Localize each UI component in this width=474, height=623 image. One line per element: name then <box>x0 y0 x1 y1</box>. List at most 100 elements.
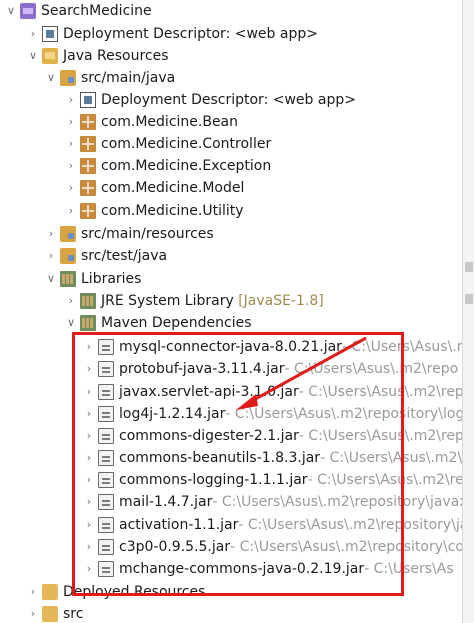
package-icon <box>80 136 96 152</box>
tree-node-package[interactable]: › com.Medicine.Utility <box>64 200 244 222</box>
jar-icon <box>98 361 114 377</box>
tree-node-libraries[interactable]: ∨ Libraries <box>44 268 141 290</box>
chevron-right-icon[interactable]: › <box>64 200 78 222</box>
source-folder-icon <box>60 248 76 264</box>
tree-node-dd-inner[interactable]: › Deployment Descriptor: <web app> <box>64 89 356 111</box>
chevron-right-icon[interactable]: › <box>64 133 78 155</box>
package-icon <box>80 158 96 174</box>
tree-node-src-main-resources[interactable]: › src/main/resources <box>44 223 214 245</box>
jar-icon <box>98 450 114 466</box>
folder-icon <box>42 584 58 600</box>
library-icon <box>80 315 96 331</box>
chevron-down-icon[interactable]: ∨ <box>26 45 40 67</box>
chevron-down-icon[interactable]: ∨ <box>64 312 78 334</box>
chevron-right-icon[interactable]: › <box>64 111 78 133</box>
java-resources-icon <box>42 48 58 64</box>
src-label: src <box>63 606 84 622</box>
jar-icon <box>98 406 114 422</box>
jar-row[interactable]: › activation-1.1.jar - C:\Users\Asus\.m2… <box>82 514 462 536</box>
package-label: com.Medicine.Model <box>101 180 245 196</box>
chevron-right-icon[interactable]: › <box>82 558 96 580</box>
chevron-down-icon[interactable]: ∨ <box>4 0 18 22</box>
chevron-right-icon[interactable]: › <box>82 447 96 469</box>
jar-row[interactable]: › commons-digester-2.1.jar - C:\Users\As… <box>82 425 462 447</box>
maven-label: Maven Dependencies <box>101 315 252 331</box>
tree-node-project[interactable]: ∨ SearchMedicine <box>4 0 152 22</box>
chevron-right-icon[interactable]: › <box>64 177 78 199</box>
package-label: com.Medicine.Utility <box>101 203 244 219</box>
chevron-right-icon[interactable]: › <box>82 425 96 447</box>
jar-path: - C:\Users\Asus\.m2\repository\co <box>230 539 462 555</box>
source-folder-icon <box>60 226 76 242</box>
tree-node-src[interactable]: › src <box>26 603 83 623</box>
chevron-right-icon[interactable]: › <box>82 536 96 558</box>
jar-path: - C:\Users\Asus\.m <box>341 339 462 355</box>
chevron-right-icon[interactable]: › <box>82 336 96 358</box>
chevron-right-icon[interactable]: › <box>82 381 96 403</box>
tree-node-maven-dependencies[interactable]: ∨ Maven Dependencies <box>64 312 252 334</box>
jar-row[interactable]: › c3p0-0.9.5.5.jar - C:\Users\Asus\.m2\r… <box>82 536 462 558</box>
jar-row[interactable]: › commons-beanutils-1.8.3.jar - C:\Users… <box>82 447 462 469</box>
jar-row[interactable]: › mail-1.4.7.jar - C:\Users\Asus\.m2\rep… <box>82 491 462 513</box>
jar-icon <box>98 428 114 444</box>
deployed-resources-label: Deployed Resources <box>63 584 206 600</box>
jar-name: commons-digester-2.1.jar <box>119 428 299 444</box>
deployment-descriptor-icon <box>80 92 96 108</box>
tree-node-package[interactable]: › com.Medicine.Exception <box>64 155 271 177</box>
chevron-right-icon[interactable]: › <box>26 581 40 603</box>
jar-row[interactable]: › mysql-connector-java-8.0.21.jar - C:\U… <box>82 336 462 358</box>
chevron-right-icon[interactable]: › <box>82 358 96 380</box>
chevron-right-icon[interactable]: › <box>44 223 58 245</box>
chevron-right-icon[interactable]: › <box>26 603 40 623</box>
jar-path: - C:\Users\Asus\.m2\repository\ja <box>238 517 462 533</box>
tree-node-deployed-resources[interactable]: › Deployed Resources <box>26 581 205 603</box>
minimize-icon[interactable] <box>465 294 473 304</box>
restore-icon[interactable] <box>465 262 473 272</box>
jar-row[interactable]: › log4j-1.2.14.jar - C:\Users\Asus\.m2\r… <box>82 403 462 425</box>
jar-name: c3p0-0.9.5.5.jar <box>119 539 231 555</box>
package-icon <box>80 180 96 196</box>
chevron-right-icon[interactable]: › <box>82 469 96 491</box>
tree-node-src-main-java[interactable]: ∨ src/main/java <box>44 67 175 89</box>
chevron-right-icon[interactable]: › <box>64 290 78 312</box>
tree-node-package[interactable]: › com.Medicine.Model <box>64 177 244 199</box>
deployment-descriptor-icon <box>42 26 58 42</box>
jar-path: - C:\Users\Asus\.m2\repository\javax <box>212 494 462 510</box>
tree-node-java-resources[interactable]: ∨ Java Resources <box>26 45 169 67</box>
chevron-right-icon[interactable]: › <box>82 403 96 425</box>
tree-node-src-test-java[interactable]: › src/test/java <box>44 245 167 267</box>
jar-path: - C:\Users\Asus\.m2\r <box>320 450 462 466</box>
jar-path: - C:\Users\Asus\.m2\repository\log <box>225 406 462 422</box>
chevron-right-icon[interactable]: › <box>64 89 78 111</box>
tree-node-jre[interactable]: › JRE System Library [JavaSE-1.8] <box>64 290 324 312</box>
tree-node-package[interactable]: › com.Medicine.Bean <box>64 111 238 133</box>
tree-node-package[interactable]: › com.Medicine.Controller <box>64 133 271 155</box>
chevron-down-icon[interactable]: ∨ <box>44 268 58 290</box>
package-icon <box>80 203 96 219</box>
jar-icon <box>98 472 114 488</box>
chevron-right-icon[interactable]: › <box>26 23 40 45</box>
jar-row[interactable]: › mchange-commons-java-0.2.19.jar - C:\U… <box>82 558 454 580</box>
jar-row[interactable]: › javax.servlet-api-3.1.0.jar - C:\Users… <box>82 381 462 403</box>
chevron-down-icon[interactable]: ∨ <box>44 67 58 89</box>
source-folder-icon <box>60 70 76 86</box>
jar-row[interactable]: › protobuf-java-3.11.4.jar - C:\Users\As… <box>82 358 458 380</box>
library-icon <box>80 293 96 309</box>
jar-icon <box>98 539 114 555</box>
deployment-descriptor-label: Deployment Descriptor: <web app> <box>63 26 318 42</box>
jar-path: - C:\Users\Asus\.m2\repo <box>284 361 459 377</box>
tree-node-deployment-descriptor[interactable]: › Deployment Descriptor: <web app> <box>26 23 318 45</box>
src-test-java-label: src/test/java <box>81 248 168 264</box>
chevron-right-icon[interactable]: › <box>82 514 96 536</box>
jar-path: - C:\Users\Asus\.m2\re <box>307 472 462 488</box>
jre-label: JRE System Library <box>101 293 234 309</box>
libraries-label: Libraries <box>81 271 142 287</box>
chevron-right-icon[interactable]: › <box>44 245 58 267</box>
jar-name: mail-1.4.7.jar <box>119 494 213 510</box>
jar-row[interactable]: › commons-logging-1.1.1.jar - C:\Users\A… <box>82 469 462 491</box>
chevron-right-icon[interactable]: › <box>64 155 78 177</box>
jar-name: mchange-commons-java-0.2.19.jar <box>119 561 365 577</box>
jar-name: activation-1.1.jar <box>119 517 239 533</box>
chevron-right-icon[interactable]: › <box>82 491 96 513</box>
jar-name: commons-beanutils-1.8.3.jar <box>119 450 321 466</box>
